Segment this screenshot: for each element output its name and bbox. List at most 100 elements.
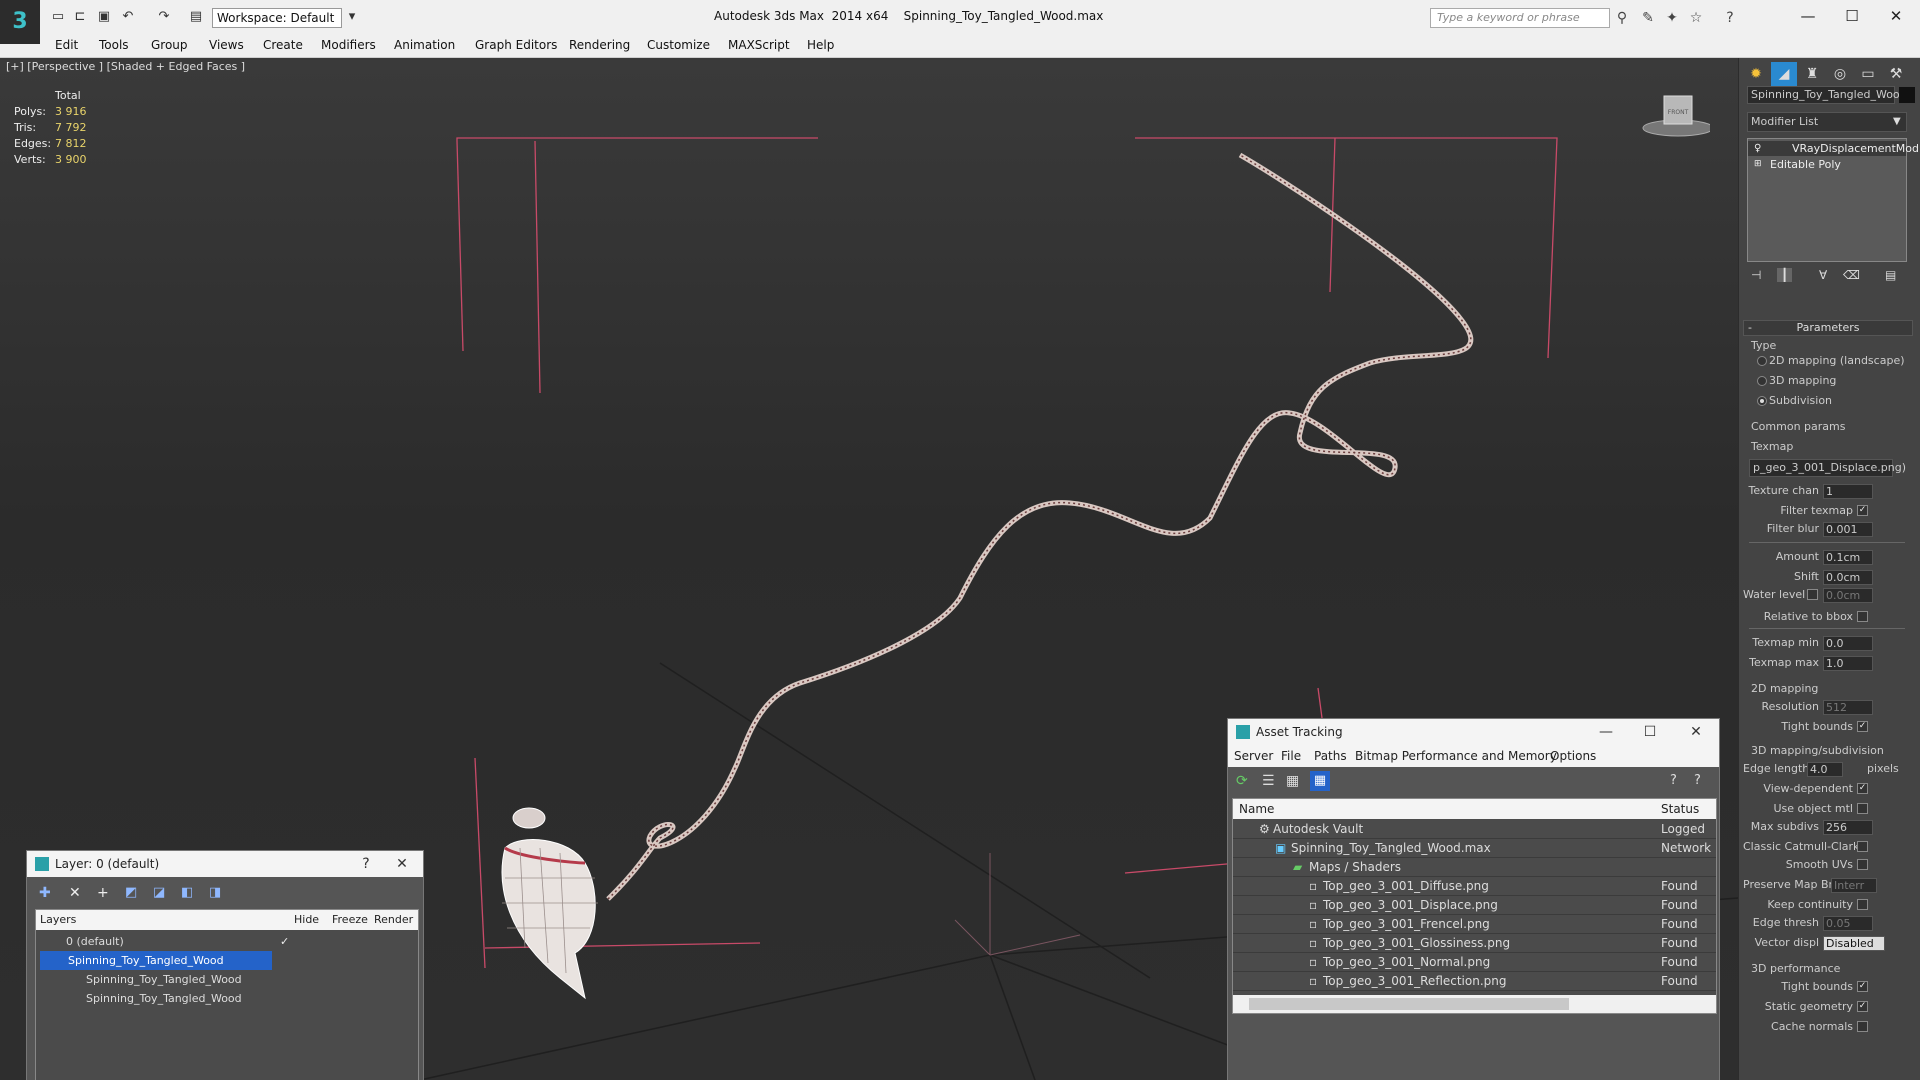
classic-catmull-checkbox[interactable] <box>1857 841 1868 852</box>
pin-stack-icon[interactable]: ⊣ <box>1751 268 1761 282</box>
list-view-icon[interactable]: ☰ <box>1262 773 1275 789</box>
viewport-label-menu[interactable]: [+] [Perspective ] [Shaded + Edged Faces… <box>6 60 245 73</box>
layer-row[interactable]: Spinning_Toy_Tangled_Wood <box>36 951 418 970</box>
utilities-tab-icon[interactable]: ⚒ <box>1883 62 1909 86</box>
menu-group[interactable]: Group <box>151 38 188 52</box>
amount-spinner[interactable]: 0.1cm <box>1823 550 1873 565</box>
asset-menu-paths[interactable]: Paths <box>1314 745 1347 767</box>
remove-modifier-icon[interactable]: ⌫ <box>1843 268 1860 282</box>
col-layers[interactable]: Layers <box>40 910 76 930</box>
cache-normals-checkbox[interactable] <box>1857 1021 1868 1032</box>
table-row[interactable]: ▫ Top_geo_3_001_Glossiness.png Found <box>1233 934 1716 953</box>
table-row[interactable]: ▫ Top_geo_3_001_Frencel.png Found <box>1233 915 1716 934</box>
lightbulb-icon[interactable]: ♀ <box>1754 141 1761 156</box>
asset-menu-file[interactable]: File <box>1281 745 1301 767</box>
shift-spinner[interactable]: 0.0cm <box>1823 570 1873 585</box>
save-icon[interactable]: ▣ <box>96 9 112 25</box>
open-file-icon[interactable]: ⊏ <box>72 9 88 25</box>
menu-customize[interactable]: Customize <box>647 38 710 52</box>
relative-bbox-checkbox[interactable] <box>1857 611 1868 622</box>
project-folder-icon[interactable]: ▤ <box>188 9 204 25</box>
filter-texmap-checkbox[interactable]: ✓ <box>1857 505 1868 516</box>
expand-plus-icon[interactable]: ⊞ <box>1754 157 1762 172</box>
create-layer-icon[interactable]: ✚ <box>39 885 51 901</box>
chevron-down-icon[interactable]: ▾ <box>344 9 360 25</box>
app-logo-button[interactable]: 3 <box>0 0 40 44</box>
water-level-checkbox[interactable] <box>1807 589 1818 600</box>
asset-menu-options[interactable]: Options <box>1550 745 1596 767</box>
thumbnail-view-icon[interactable]: ▦ <box>1286 773 1299 789</box>
parameters-rollout-header[interactable]: - Parameters <box>1743 320 1913 336</box>
tight-bounds-checkbox[interactable]: ✓ <box>1857 981 1868 992</box>
table-row[interactable]: ▰ Maps / Shaders <box>1233 858 1716 877</box>
menu-edit[interactable]: Edit <box>55 38 78 52</box>
new-file-icon[interactable]: ▭ <box>50 9 66 25</box>
menu-tools[interactable]: Tools <box>99 38 129 52</box>
stack-item[interactable]: ♀ VRayDisplacementMod <box>1748 141 1919 156</box>
table-row[interactable]: ▫ Top_geo_3_001_Reflection.png Found <box>1233 972 1716 991</box>
communication-icon[interactable]: ✦ <box>1664 10 1680 26</box>
asset-menu-bitmap[interactable]: Bitmap Performance and Memory <box>1355 745 1557 767</box>
asset-close-button[interactable]: ✕ <box>1679 719 1713 745</box>
tight-bounds-2d-checkbox[interactable]: ✓ <box>1857 721 1868 732</box>
close-button[interactable]: ✕ <box>1876 4 1916 28</box>
viewcube[interactable]: FRONT <box>1640 88 1714 138</box>
delete-layer-icon[interactable]: ✕ <box>69 885 81 901</box>
configure-sets-icon[interactable]: ▤ <box>1885 268 1896 282</box>
vector-displ-dropdown[interactable]: Disabled <box>1823 936 1885 951</box>
refresh-icon[interactable]: ⟳ <box>1236 773 1248 789</box>
menu-animation[interactable]: Animation <box>394 38 455 52</box>
radio-3d-mapping[interactable] <box>1757 376 1767 386</box>
water-level-spinner[interactable]: 0.0cm <box>1823 588 1873 603</box>
max-subdivs-spinner[interactable]: 256 <box>1823 820 1873 835</box>
asset-menu-server[interactable]: Server <box>1234 745 1273 767</box>
table-row[interactable]: ⚙ Autodesk Vault Logged <box>1233 820 1716 839</box>
menu-maxscript[interactable]: MAXScript <box>728 38 790 52</box>
layer-dialog-titlebar[interactable]: Layer: 0 (default) ? ✕ <box>27 851 423 877</box>
show-end-result-icon[interactable]: ┃ <box>1777 268 1793 282</box>
radio-subdivision[interactable] <box>1757 396 1767 406</box>
col-name[interactable]: Name <box>1239 799 1274 819</box>
object-name-field[interactable]: Spinning_Toy_Tangled_Wood <box>1747 86 1907 104</box>
col-render[interactable]: Render <box>374 910 413 930</box>
stack-item[interactable]: ⊞ Editable Poly <box>1748 157 1906 172</box>
asset-dialog-titlebar[interactable]: Asset Tracking — ☐ ✕ <box>1228 719 1719 745</box>
asset-minimize-button[interactable]: — <box>1589 719 1623 745</box>
layer-row[interactable]: Spinning_Toy_Tangled_Wood <box>36 970 418 989</box>
edge-length-spinner[interactable]: 4.0 <box>1807 762 1843 777</box>
display-tab-icon[interactable]: ▭ <box>1855 62 1881 86</box>
motion-tab-icon[interactable]: ◎ <box>1827 62 1853 86</box>
workspace-dropdown[interactable]: Workspace: Default <box>212 8 342 28</box>
binoculars-icon[interactable]: ⚲ <box>1614 10 1630 26</box>
freeze-all-icon[interactable]: ◨ <box>209 885 221 900</box>
texmap-max-spinner[interactable]: 1.0 <box>1823 656 1873 671</box>
table-row[interactable]: ▫ Top_geo_3_001_Displace.png Found <box>1233 896 1716 915</box>
asset-horizontal-scrollbar[interactable] <box>1233 995 1716 1013</box>
table-row[interactable]: ▫ Top_geo_3_001_Normal.png Found <box>1233 953 1716 972</box>
layer-row[interactable]: Spinning_Toy_Tangled_Wood <box>36 989 418 1008</box>
object-color-swatch[interactable] <box>1899 87 1915 103</box>
menu-rendering[interactable]: Rendering <box>569 38 630 52</box>
texture-chan-spinner[interactable]: 1 <box>1823 484 1873 499</box>
menu-create[interactable]: Create <box>263 38 303 52</box>
menu-views[interactable]: Views <box>209 38 244 52</box>
menu-graph-editors[interactable]: Graph Editors <box>475 38 557 52</box>
keep-continuity-checkbox[interactable] <box>1857 899 1868 910</box>
vault-help-icon[interactable]: ? <box>1670 773 1677 788</box>
current-layer-check-icon[interactable]: ✓ <box>280 932 289 951</box>
hierarchy-tab-icon[interactable]: ♜ <box>1799 62 1825 86</box>
col-hide[interactable]: Hide <box>294 910 319 930</box>
col-freeze[interactable]: Freeze <box>332 910 368 930</box>
chevron-down-icon[interactable]: ▼ <box>1893 113 1907 131</box>
hide-all-icon[interactable]: ◧ <box>181 885 193 900</box>
redo-icon[interactable]: ↷ <box>156 9 172 25</box>
texmap-min-spinner[interactable]: 0.0 <box>1823 636 1873 651</box>
maximize-button[interactable]: ☐ <box>1832 4 1872 28</box>
add-to-layer-icon[interactable]: + <box>97 885 109 901</box>
edge-thresh-spinner[interactable]: 0.05 <box>1823 916 1873 931</box>
table-view-icon[interactable]: ▦ <box>1310 771 1330 791</box>
menu-modifiers[interactable]: Modifiers <box>321 38 376 52</box>
layer-row[interactable]: 0 (default) ✓ <box>36 932 418 951</box>
preserve-map-dropdown[interactable]: Interr <box>1831 878 1877 893</box>
select-in-layer-icon[interactable]: ◩ <box>125 885 137 900</box>
